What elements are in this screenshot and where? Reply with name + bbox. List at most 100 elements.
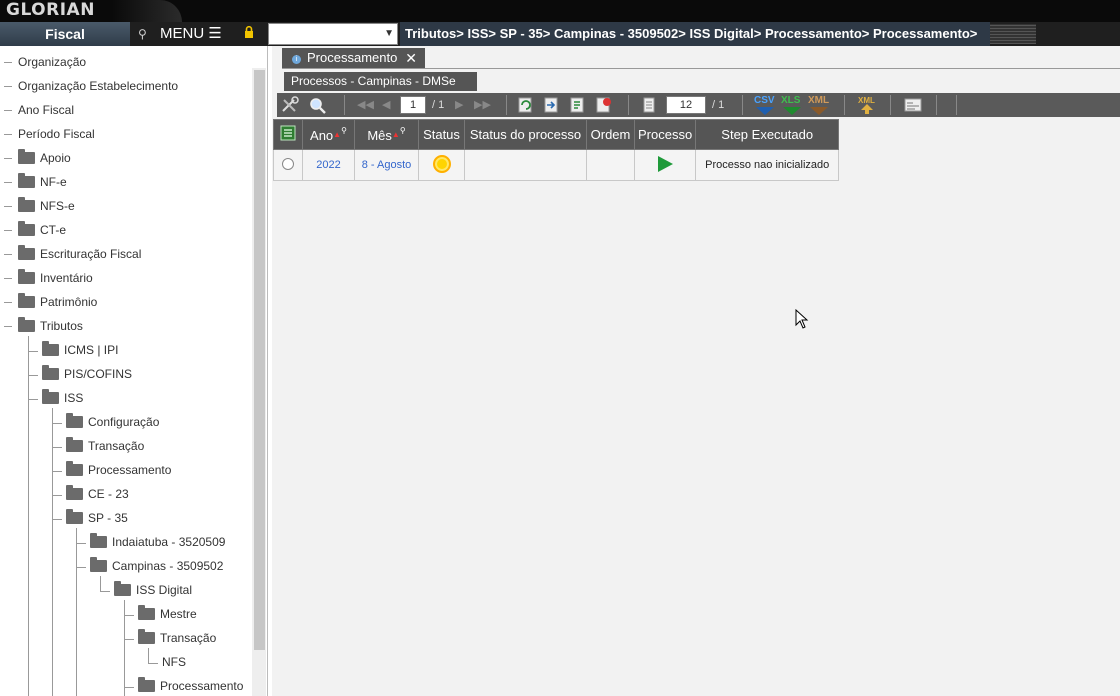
toolbar-separator [742,95,743,115]
refresh-icon[interactable] [516,96,536,114]
sidebar-item-organizacao-estabelecimento[interactable]: Organização Estabelecimento [4,76,178,96]
tools-icon[interactable] [280,96,300,114]
tree-line [124,687,134,688]
sidebar-item-mestre[interactable]: Mestre [138,604,197,624]
form-view-icon[interactable] [903,96,923,114]
tree-line [52,519,62,520]
first-page-icon[interactable]: ◀◀ [357,96,374,114]
column-header-status[interactable]: Status [418,119,465,150]
sidebar-item-configuracao[interactable]: Configuração [66,412,159,432]
sidebar-item-tributos[interactable]: Tributos [4,316,83,336]
folder-icon [18,268,35,284]
folder-icon [66,436,83,452]
sidebar-item-nfs-e[interactable]: NFS-e [4,196,75,216]
module-title[interactable]: Fiscal [0,22,130,46]
toolbar-separator [936,95,937,115]
row-select-radio[interactable] [282,157,294,170]
column-header-status-do-processo[interactable]: Status do processo [464,119,587,150]
column-header-ordem[interactable]: Ordem [586,119,635,150]
sidebar-item-processamento[interactable]: Processamento [66,460,171,480]
mouse-cursor-icon [795,309,809,329]
tree-line [52,423,62,424]
sidebar-item-apoio[interactable]: Apoio [4,148,71,168]
row-select-radio-cell[interactable] [273,149,303,181]
status-pending-icon [432,154,451,173]
sidebar-item-patrimonio[interactable]: Patrimônio [4,292,97,312]
breadcrumb: Tributos> ISS> SP - 35> Campinas - 35095… [400,22,990,46]
column-header-ano[interactable]: Ano▲⚲ [302,119,355,150]
page-size-input[interactable]: 12 [666,96,706,114]
sidebar-item-iss-digital[interactable]: ISS Digital [114,580,192,600]
folder-open-icon [138,676,155,692]
process-grid: Ano▲⚲ Mês▲⚲ Status Status do processo Or… [273,119,840,181]
sidebar-item-icms-ipi[interactable]: ICMS | IPI [42,340,118,360]
info-icon: i [292,55,301,64]
tree-line [148,648,149,663]
tree-line [124,639,134,640]
tree-line [52,408,53,696]
column-header-step-executado[interactable]: Step Executado [695,119,840,150]
prev-page-icon[interactable]: ◀ [382,96,390,114]
breadcrumb-end-grip [990,24,1036,44]
sidebar-item-ce-23[interactable]: CE - 23 [66,484,129,504]
folder-icon [18,292,35,308]
sidebar-item-indaiatuba[interactable]: Indaiatuba - 3520509 [90,532,225,552]
sort-icon[interactable]: ▲ [333,130,341,139]
cell-ano[interactable]: 2022 [302,149,355,181]
folder-icon [18,172,35,188]
folder-icon [42,340,59,356]
folder-open-icon [90,556,107,572]
cell-mes[interactable]: 8 - Agosto [354,149,419,181]
folder-icon [66,412,83,428]
tree-line [28,351,38,352]
sidebar-item-organizacao[interactable]: Organização [4,52,86,72]
column-header-processo[interactable]: Processo [633,119,697,150]
sidebar-item-nf-e[interactable]: NF-e [4,172,67,192]
toolbar-separator [628,95,629,115]
tree-line [28,399,38,400]
sidebar-item-nfs[interactable]: NFS [162,652,186,672]
tree-line [52,471,62,472]
sidebar-item-iss[interactable]: ISS [42,388,83,408]
tab-processamento[interactable]: i Processamento ✕ [282,48,425,68]
sidebar-item-ct-e[interactable]: CT-e [4,220,66,240]
last-page-icon[interactable]: ▶▶ [474,96,491,114]
tab-divider [282,68,1120,69]
page-number-input[interactable]: 1 [400,96,426,114]
pin-icon[interactable]: ⚲ [138,27,147,41]
search-icon[interactable]: ⚲ [341,126,347,135]
sidebar-item-escrituracao-fiscal[interactable]: Escrituração Fiscal [4,244,141,264]
select-all-icon[interactable] [280,125,296,141]
module-select[interactable]: ▼ [268,23,398,45]
chart-icon[interactable] [594,96,614,114]
sidebar-item-ano-fiscal[interactable]: Ano Fiscal [4,100,74,120]
menu-button[interactable]: MENU ☰ [160,22,222,46]
sidebar-item-pis-cofins[interactable]: PIS/COFINS [42,364,132,384]
export-sheet-icon[interactable] [568,96,588,114]
sidebar-item-processamento-iss-digital[interactable]: Processamento [138,676,243,696]
column-header-mes[interactable]: Mês▲⚲ [354,119,419,150]
table-row[interactable]: 2022 8 - Agosto Processo nao inicializad… [273,149,840,181]
sidebar-item-sp-35[interactable]: SP - 35 [66,508,128,528]
sidebar-item-transacao[interactable]: Transação [66,436,144,456]
sidebar-item-transacao-iss-digital[interactable]: Transação [138,628,216,648]
cell-processo[interactable] [633,149,697,181]
import-icon[interactable] [542,96,562,114]
lock-icon[interactable] [244,26,254,38]
sidebar-item-periodo-fiscal[interactable]: Período Fiscal [4,124,95,144]
sidebar-item-inventario[interactable]: Inventário [4,268,93,288]
close-icon[interactable]: ✕ [405,48,417,68]
csv-export-button[interactable]: CSV [754,95,775,106]
search-icon[interactable] [308,96,328,114]
play-icon[interactable] [657,155,673,172]
search-icon[interactable]: ⚲ [400,126,406,135]
sort-icon[interactable]: ▲ [392,130,400,139]
sidebar-item-campinas[interactable]: Campinas - 3509502 [90,556,223,576]
folder-icon [18,220,35,236]
xml-export-button[interactable]: XML [808,95,829,106]
folder-icon [90,532,107,548]
xls-export-button[interactable]: XLS [781,95,800,106]
select-all-header[interactable] [273,119,303,150]
sidebar-scrollbar-thumb[interactable] [254,70,265,650]
next-page-icon[interactable]: ▶ [455,96,463,114]
